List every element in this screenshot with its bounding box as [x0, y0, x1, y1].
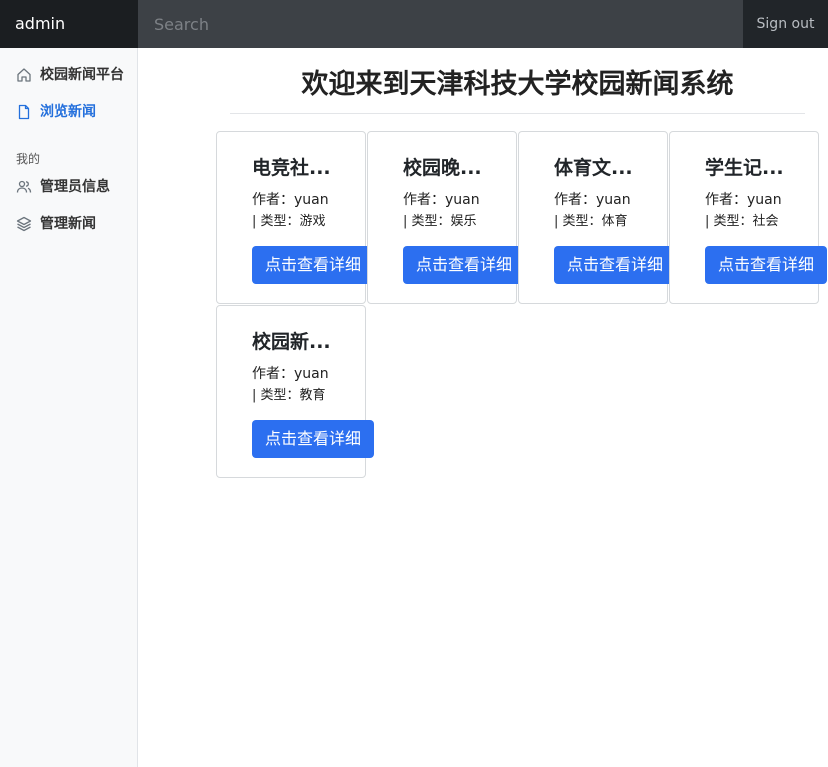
top-navbar: admin Sign out — [0, 0, 828, 48]
sidebar-item-admin-info[interactable]: 管理员信息 — [0, 177, 137, 198]
news-card: 电竞社... 作者：yuan | 类型：游戏 点击查看详细 — [216, 131, 375, 304]
brand-link[interactable]: admin — [0, 0, 138, 48]
news-card-title: 学生记... — [705, 157, 784, 179]
news-card-author: 作者：yuan — [252, 366, 329, 382]
news-card-type: | 类型：娱乐 — [403, 214, 477, 229]
news-card-type: | 类型：教育 — [252, 388, 326, 403]
news-card-type: | 类型：体育 — [554, 214, 628, 229]
news-card-title: 体育文... — [554, 157, 633, 179]
sidebar: 校园新闻平台 浏览新闻 我的 管理员信息 管理新闻 — [0, 48, 138, 767]
news-card-type: | 类型：游戏 — [252, 214, 326, 229]
users-icon — [16, 180, 32, 193]
news-card-author: 作者：yuan — [554, 192, 631, 208]
news-card: 校园新... 作者：yuan | 类型：教育 点击查看详细 — [216, 305, 375, 478]
page-title: 欢迎来到天津科技大学校园新闻系统 — [301, 69, 734, 100]
layers-icon — [16, 216, 32, 232]
sidebar-item-manage-news[interactable]: 管理新闻 — [0, 214, 137, 235]
news-card-title: 电竞社... — [252, 157, 331, 179]
sidebar-item-label: 管理新闻 — [40, 216, 96, 232]
file-icon — [18, 104, 30, 120]
sidebar-section-heading: 我的 — [16, 152, 41, 166]
sidebar-item-browse-news[interactable]: 浏览新闻 — [0, 102, 137, 123]
view-details-button[interactable]: 点击查看详细 — [252, 420, 375, 458]
news-card: 校园晚... 作者：yuan | 类型：娱乐 点击查看详细 — [367, 131, 526, 304]
sidebar-item-label: 校园新闻平台 — [40, 67, 124, 83]
sign-out-link[interactable]: Sign out — [743, 0, 828, 48]
news-card-type: | 类型：社会 — [705, 214, 779, 229]
news-card: 体育文... 作者：yuan | 类型：体育 点击查看详细 — [518, 131, 677, 304]
home-icon — [17, 68, 31, 82]
news-card-author: 作者：yuan — [403, 192, 480, 208]
news-card: 学生记... 作者：yuan | 类型：社会 点击查看详细 — [669, 131, 828, 304]
view-details-button[interactable]: 点击查看详细 — [705, 246, 828, 284]
news-card-title: 校园晚... — [403, 157, 482, 179]
news-card-author: 作者：yuan — [252, 192, 329, 208]
view-details-button[interactable]: 点击查看详细 — [403, 246, 526, 284]
news-card-author: 作者：yuan — [705, 192, 782, 208]
news-card-title: 校园新... — [252, 331, 331, 353]
sidebar-item-label: 浏览新闻 — [40, 104, 96, 120]
sidebar-item-label: 管理员信息 — [40, 179, 110, 195]
view-details-button[interactable]: 点击查看详细 — [554, 246, 677, 284]
title-divider — [230, 113, 805, 114]
view-details-button[interactable]: 点击查看详细 — [252, 246, 375, 284]
search-input[interactable] — [138, 0, 743, 48]
sidebar-item-campus-news-platform[interactable]: 校园新闻平台 — [0, 65, 137, 86]
